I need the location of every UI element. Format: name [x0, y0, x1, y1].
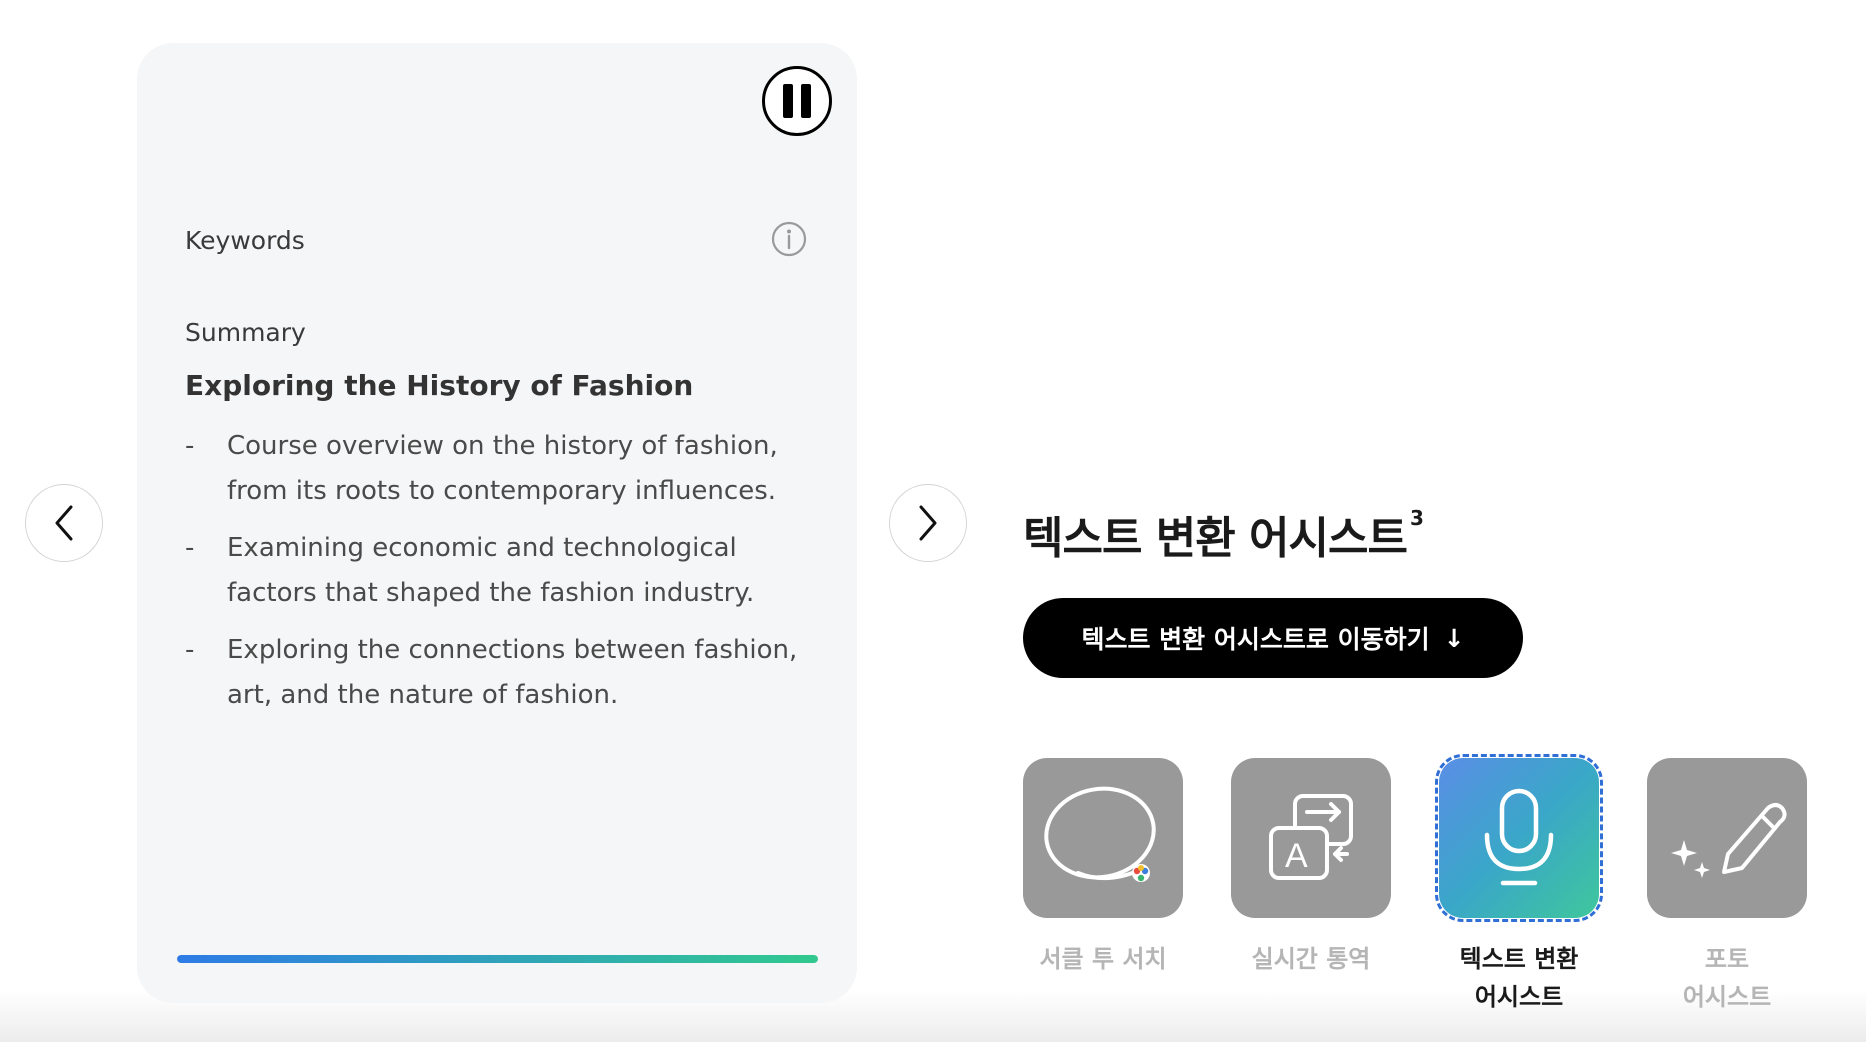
summary-bullet: - Examining economic and technological f…: [185, 526, 825, 616]
next-slide-button[interactable]: [889, 484, 967, 562]
slide-progress-bar: [177, 955, 818, 963]
prev-slide-button[interactable]: [25, 484, 103, 562]
keywords-label: Keywords: [185, 226, 305, 255]
summary-bullet: - Exploring the connections between fash…: [185, 628, 825, 718]
chevron-right-icon: [919, 505, 937, 541]
summary-title: Exploring the History of Fashion: [185, 369, 694, 402]
chevron-left-icon: [55, 505, 73, 541]
tab-live-translate[interactable]: A 실시간 통역: [1231, 758, 1391, 978]
cta-label: 텍스트 변환 어시스트로 이동하기: [1081, 625, 1430, 654]
info-icon[interactable]: [770, 220, 808, 258]
tab-label: 실시간 통역: [1251, 945, 1371, 973]
tab-label: 텍스트 변환: [1459, 945, 1579, 973]
tab-label: 포토: [1704, 945, 1750, 973]
pause-icon: [783, 84, 793, 118]
slide-progress-fill: [177, 955, 818, 963]
feature-tabs: 서클 투 서치 A 실시간 통역 텍스트 변환 어시스트 포토 어시스트: [1023, 754, 1853, 1018]
summary-bullet-text: Examining economic and technological fac…: [227, 533, 755, 608]
footnote-marker[interactable]: 3: [1410, 506, 1424, 530]
tab-transcript-assist[interactable]: 텍스트 변환 어시스트: [1435, 754, 1603, 1016]
arrow-down-icon: ↓: [1443, 623, 1465, 653]
feature-title: 텍스트 변환 어시스트 3: [1023, 506, 1424, 564]
pause-button[interactable]: [762, 66, 832, 136]
microphone-icon: [1484, 788, 1554, 886]
summary-bullets: - Course overview on the history of fash…: [185, 424, 825, 730]
pencil-sparkle-icon: [1671, 803, 1787, 878]
circle-lasso-icon: [1044, 786, 1156, 882]
go-to-feature-button[interactable]: 텍스트 변환 어시스트로 이동하기 ↓: [1023, 598, 1523, 678]
tab-label: 서클 투 서치: [1039, 945, 1167, 973]
tab-photo-assist[interactable]: 포토 어시스트: [1647, 758, 1807, 1016]
svg-text:A: A: [1285, 837, 1308, 875]
summary-card: Keywords Summary Exploring the History o…: [137, 43, 857, 1003]
summary-label: Summary: [185, 318, 306, 347]
summary-bullet: - Course overview on the history of fash…: [185, 424, 825, 514]
tab-circle-to-search[interactable]: 서클 투 서치: [1023, 758, 1183, 978]
summary-bullet-text: Course overview on the history of fashio…: [227, 431, 778, 506]
summary-bullet-text: Exploring the connections between fashio…: [227, 635, 798, 710]
translate-icon: A: [1269, 794, 1353, 880]
